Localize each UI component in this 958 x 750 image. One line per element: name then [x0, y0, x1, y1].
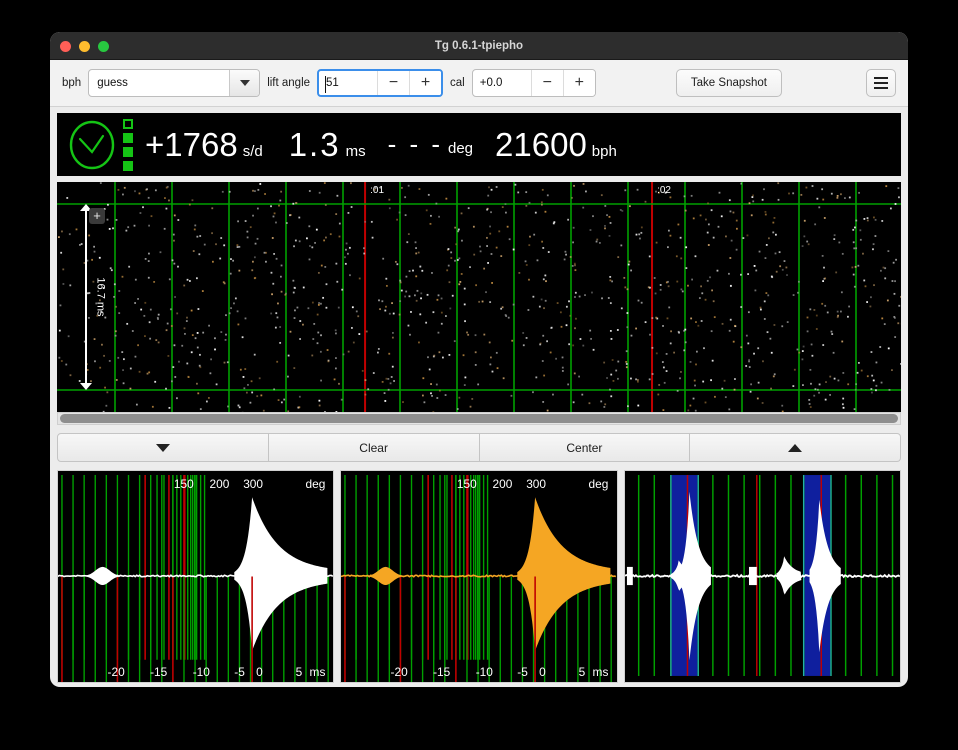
rate-value: +1768 — [145, 125, 238, 163]
svg-text:200: 200 — [493, 477, 513, 491]
svg-text:-10: -10 — [193, 665, 210, 679]
bph-select-value: guess — [97, 77, 128, 89]
time-marker-label-2: :02 — [657, 185, 671, 196]
close-button[interactable] — [60, 41, 71, 52]
time-marker-label-1: :01 — [370, 185, 385, 196]
signal-seg-1 — [123, 160, 133, 171]
svg-text:5: 5 — [296, 665, 303, 679]
paperstrip[interactable]: 16.7 ms + :01 :02 — [57, 182, 901, 412]
take-snapshot-button[interactable]: Take Snapshot — [675, 69, 782, 97]
period-trace-panel[interactable] — [623, 470, 901, 683]
readout-panel: +1768 s/d 1.3 ms - - - deg 21600 bph — [57, 113, 901, 176]
lift-angle-label: lift angle — [267, 77, 311, 89]
window-title: Tg 0.6.1-tpiepho — [434, 40, 524, 52]
bph-readout: 21600 bph — [495, 126, 617, 164]
app-window: Tg 0.6.1-tpiepho bph guess lift angle 51… — [50, 32, 908, 687]
paperstrip-section: 16.7 ms + :01 :02 — [57, 182, 901, 425]
svg-text:-20: -20 — [391, 665, 408, 679]
svg-text:ms: ms — [593, 665, 609, 679]
clear-button[interactable]: Clear — [268, 433, 480, 462]
svg-text:-20: -20 — [108, 665, 125, 679]
rate-unit: s/d — [242, 142, 263, 160]
svg-text:-5: -5 — [518, 665, 529, 679]
zoom-in-icon[interactable]: + — [89, 208, 105, 224]
signal-strength-bars — [123, 118, 133, 171]
svg-text:5: 5 — [579, 665, 586, 679]
lift-angle-increment-button[interactable]: + — [409, 71, 442, 95]
zoom-button[interactable] — [98, 41, 109, 52]
svg-text:deg: deg — [306, 477, 326, 491]
cal-input[interactable]: +0.0 — [473, 70, 531, 96]
center-button[interactable]: Center — [479, 433, 691, 462]
cal-stepper[interactable]: +0.0 − + — [471, 69, 596, 97]
svg-text:300: 300 — [527, 477, 547, 491]
beat-error-value: 1.3 — [288, 125, 341, 163]
paperstrip-scrollbar[interactable] — [57, 412, 901, 425]
svg-text:-15: -15 — [150, 665, 167, 679]
toc-trace-panel[interactable]: 150 200 300 deg -20 -15 -10 -5 0 5 ms — [340, 470, 618, 683]
signal-seg-2 — [123, 146, 133, 157]
svg-text:-5: -5 — [234, 665, 245, 679]
svg-text:0: 0 — [539, 665, 546, 679]
title-bar: Tg 0.6.1-tpiepho — [50, 32, 908, 60]
svg-text:200: 200 — [210, 477, 230, 491]
toolbar: bph guess lift angle 51 − + cal +0.0 − +… — [50, 60, 908, 107]
beat-error-unit: ms — [345, 142, 366, 160]
signal-seg-3 — [123, 132, 133, 143]
tic-trace-panel[interactable]: 150 200 300 deg -20 -15 -10 -5 0 5 ms — [57, 470, 335, 683]
cal-label: cal — [450, 77, 465, 89]
svg-text:300: 300 — [243, 477, 263, 491]
cal-increment-button[interactable]: + — [562, 70, 595, 96]
svg-text:deg: deg — [589, 477, 609, 491]
chevron-down-icon[interactable] — [229, 70, 260, 96]
bph-label: bph — [62, 77, 82, 89]
lift-angle-input[interactable]: 51 — [319, 71, 377, 95]
triangle-down-icon — [155, 443, 170, 452]
svg-text:0: 0 — [256, 665, 263, 679]
bph-unit: bph — [591, 142, 617, 160]
cal-decrement-button[interactable]: − — [530, 70, 563, 96]
control-button-row: Clear Center — [57, 433, 901, 462]
svg-text:150: 150 — [174, 477, 194, 491]
svg-text:-10: -10 — [476, 665, 493, 679]
scale-arrow-icon — [79, 204, 93, 390]
window-controls — [60, 41, 109, 52]
scroll-down-button[interactable] — [57, 433, 269, 462]
signal-seg-4 — [123, 118, 133, 129]
waveform-panels: 150 200 300 deg -20 -15 -10 -5 0 5 ms 150 200 300 deg… — [57, 470, 901, 683]
svg-text:150: 150 — [457, 477, 477, 491]
scale-label: 16.7 ms — [94, 277, 107, 317]
hamburger-icon[interactable] — [866, 69, 896, 97]
svg-text:ms: ms — [310, 665, 326, 679]
beat-error-readout: 1.3 ms — [289, 126, 366, 164]
amplitude-value: - - - — [387, 129, 443, 159]
watch-ok-icon — [67, 119, 117, 171]
scrollbar-thumb[interactable] — [60, 414, 898, 423]
svg-text:-15: -15 — [433, 665, 450, 679]
lift-angle-decrement-button[interactable]: − — [377, 71, 410, 95]
minimize-button[interactable] — [79, 41, 90, 52]
bph-value: 21600 — [495, 125, 587, 163]
rate-readout: +1768 s/d — [145, 126, 263, 164]
triangle-up-icon — [788, 443, 803, 452]
amplitude-unit: deg — [448, 140, 474, 157]
amplitude-readout: - - - deg — [388, 129, 473, 160]
bph-select[interactable]: guess — [88, 69, 261, 97]
lift-angle-stepper[interactable]: 51 − + — [317, 69, 444, 97]
scroll-up-button[interactable] — [690, 433, 901, 462]
